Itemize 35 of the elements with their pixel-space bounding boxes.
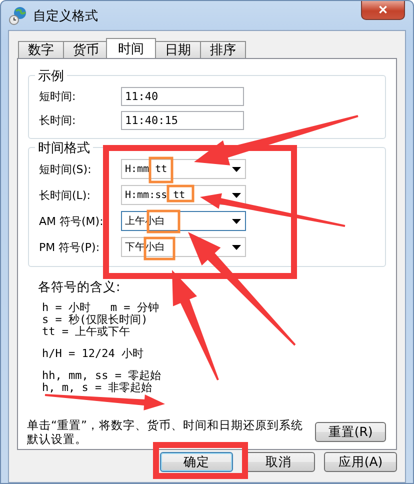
close-button[interactable]: ✕ [361,1,405,20]
tab[interactable]: 时间 [106,38,156,58]
field-label: 长时间(L): [39,188,92,202]
tab[interactable]: 货币 [63,41,109,58]
field-label: PM 符号(P): [39,240,101,254]
field-label: 长时间: [39,112,77,128]
tab[interactable]: 数字 [18,41,64,58]
example-field: 11:40 [121,86,244,106]
group-title: 示例 [35,67,67,85]
reset-description: 单击“重置”，将数字、货币、时间和日期还原到系统默认设置。 [27,418,304,446]
legend-line: s = 秒(仅限长时间) [42,314,149,326]
legend-line: h = 小时 m = 分钟 [42,302,160,314]
field-label: 短时间: [39,88,77,104]
dropdown-arrow-icon [232,192,241,198]
legend-title: 各符号的含义: [38,279,122,296]
highlight-box [146,210,180,234]
dropdown-arrow-icon [232,244,241,250]
field-label: AM 符号(M): [39,214,104,228]
globe-clock-icon [9,6,27,26]
reset-button[interactable]: 重置(R) [315,422,386,442]
dropdown-arrow-icon [232,218,241,224]
field-label: 短时间(S): [39,162,92,176]
example-field: 11:40:15 [121,110,244,130]
dialog-button[interactable]: 应用(A) [324,452,397,472]
tab[interactable]: 排序 [200,41,246,58]
window-title: 自定义格式 [33,8,98,24]
legend-line: h, m, s = 非零起始 [42,382,154,394]
legend-line: tt = 上午或下午 [42,326,132,338]
dropdown-arrow-icon [232,166,241,172]
group-title: 时间格式 [35,139,93,157]
legend-line: h/H = 12/24 小时 [42,348,144,360]
tab[interactable]: 日期 [155,41,201,58]
highlight-box [144,236,176,260]
dialog-button[interactable]: 确定 [160,452,233,472]
legend-line: hh, mm, ss = 零起始 [42,370,162,382]
